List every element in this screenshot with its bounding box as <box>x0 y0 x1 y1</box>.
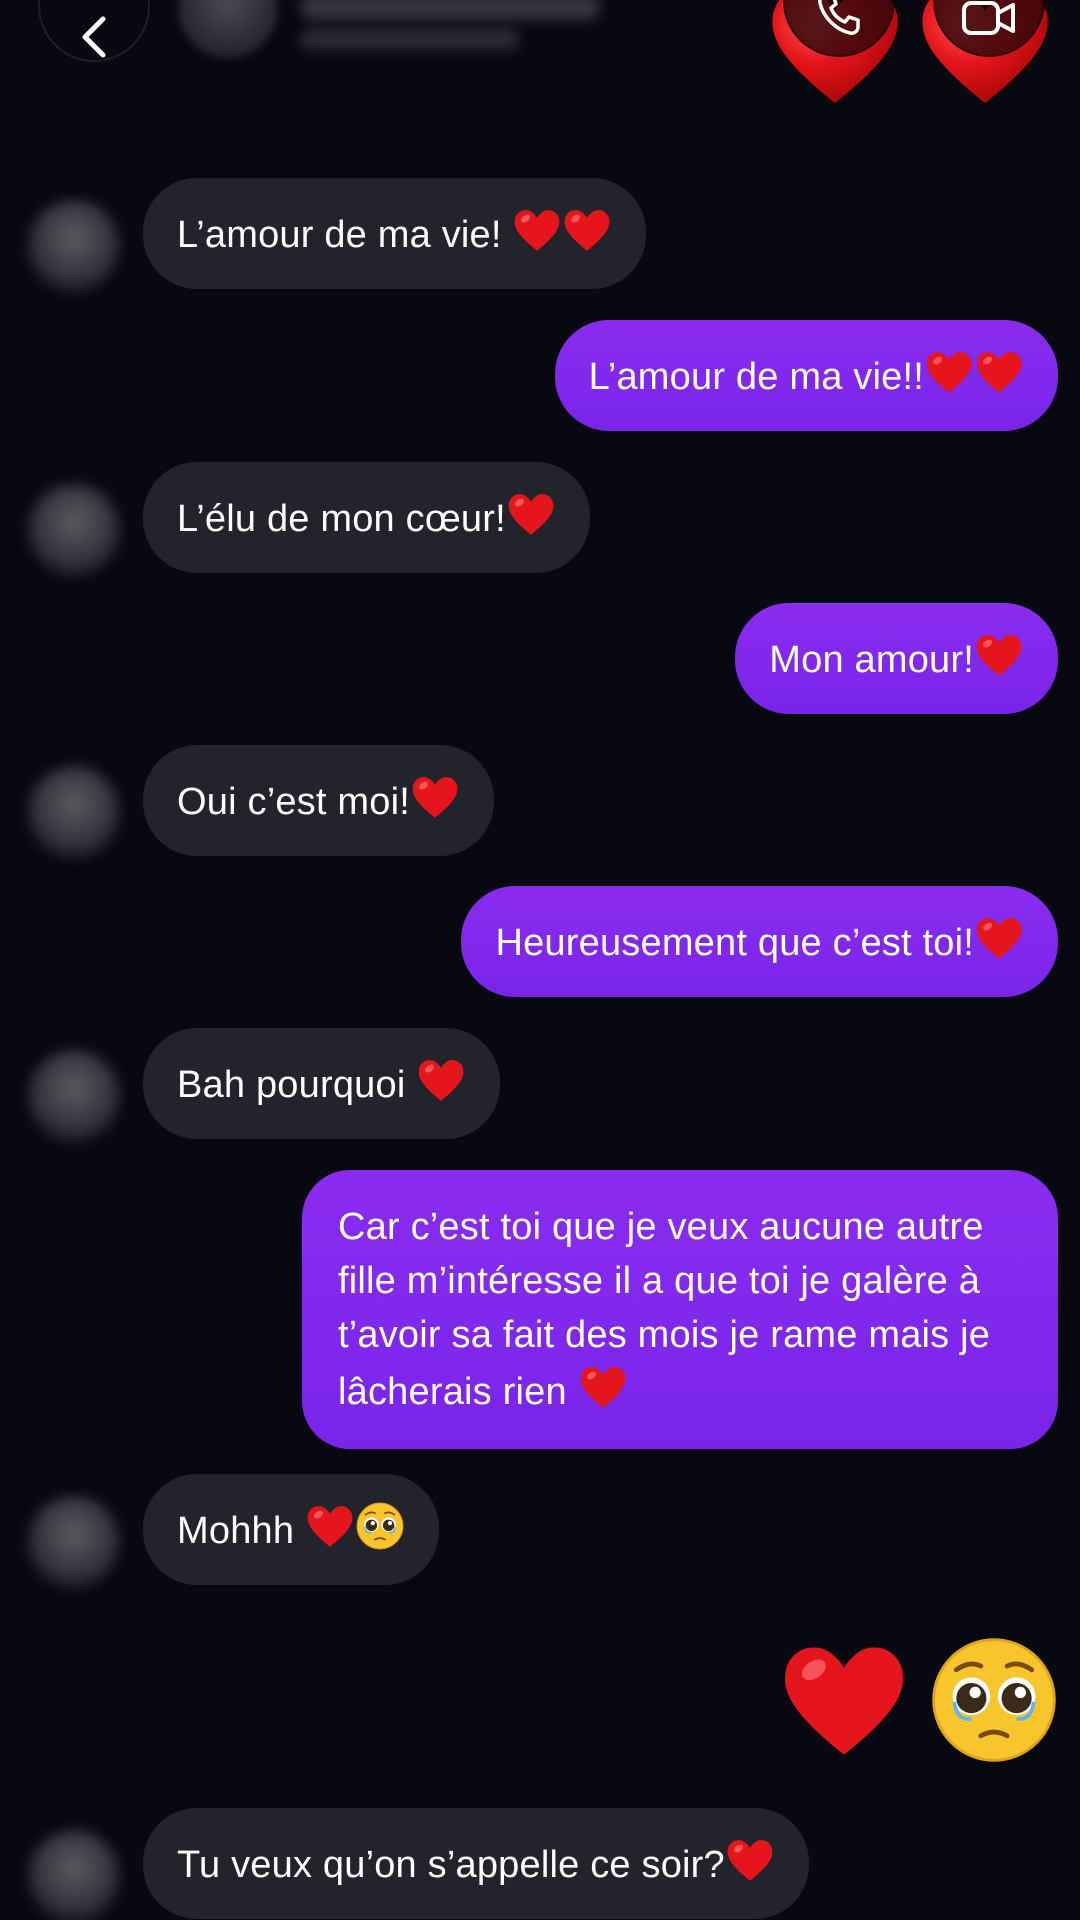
sender-avatar[interactable] <box>28 766 120 858</box>
red-heart-emoji-icon <box>412 777 458 818</box>
red-heart-emoji-icon <box>580 1367 625 1408</box>
outgoing-message-bubble[interactable]: Heureusement que c’est toi! <box>461 886 1058 997</box>
sender-avatar[interactable] <box>28 1496 120 1588</box>
sender-avatar[interactable] <box>28 1830 120 1920</box>
incoming-message-bubble[interactable]: Bah pourquoi <box>143 1028 501 1139</box>
pleading-face-emoji-icon <box>356 1502 404 1550</box>
incoming-message-bubble[interactable]: Oui c’est moi! <box>143 745 494 856</box>
message-text: Bah pourquoi <box>177 1064 417 1106</box>
red-heart-emoji-icon <box>784 1647 904 1755</box>
sender-avatar[interactable] <box>28 1050 120 1142</box>
pleading-face-emoji-icon <box>932 1638 1056 1762</box>
outgoing-message-bubble[interactable]: Mon amour! <box>735 603 1058 714</box>
large-emoji-message[interactable] <box>778 1630 1060 1770</box>
message-thread[interactable]: L’amour de ma vie! L’amour de ma vie!! L’… <box>0 0 1080 1920</box>
message-text: Mohhh <box>177 1510 305 1552</box>
message-text: L’amour de ma vie! <box>177 214 513 256</box>
red-heart-emoji-icon <box>307 1506 353 1547</box>
message-text: L’amour de ma vie!! <box>588 356 924 398</box>
red-heart-emoji-icon <box>727 1840 773 1881</box>
incoming-message-bubble[interactable]: Tu veux qu’on s’appelle ce soir? <box>143 1808 809 1919</box>
red-heart-emoji-icon <box>508 494 554 535</box>
message-text: Tu veux qu’on s’appelle ce soir? <box>177 1844 725 1886</box>
message-text: Oui c’est moi! <box>177 781 410 823</box>
incoming-message-bubble[interactable]: L’amour de ma vie! <box>143 178 647 289</box>
outgoing-message-bubble[interactable]: Car c’est toi que je veux aucune autre f… <box>302 1170 1058 1449</box>
incoming-message-bubble[interactable]: L’élu de mon cœur! <box>143 462 590 573</box>
red-heart-emoji-icon <box>418 1060 464 1101</box>
outgoing-message-bubble[interactable]: L’amour de ma vie!! <box>554 320 1058 431</box>
incoming-message-bubble[interactable]: Mohhh <box>143 1474 439 1585</box>
red-heart-emoji-icon <box>976 352 1022 393</box>
message-text: L’élu de mon cœur! <box>177 498 506 540</box>
red-heart-emoji-icon <box>976 635 1022 676</box>
sender-avatar[interactable] <box>28 200 120 292</box>
red-heart-emoji-icon <box>515 210 560 251</box>
message-text: Mon amour! <box>769 639 974 681</box>
sender-avatar[interactable] <box>28 484 120 576</box>
chat-screen: L’amour de ma vie! L’amour de ma vie!! L’… <box>0 0 1080 1920</box>
red-heart-emoji-icon <box>926 352 972 393</box>
message-text: Car c’est toi que je veux aucune autre f… <box>338 1206 991 1413</box>
message-text: Heureusement que c’est toi! <box>495 922 974 964</box>
red-heart-emoji-icon <box>976 918 1022 959</box>
red-heart-emoji-icon <box>565 210 610 251</box>
